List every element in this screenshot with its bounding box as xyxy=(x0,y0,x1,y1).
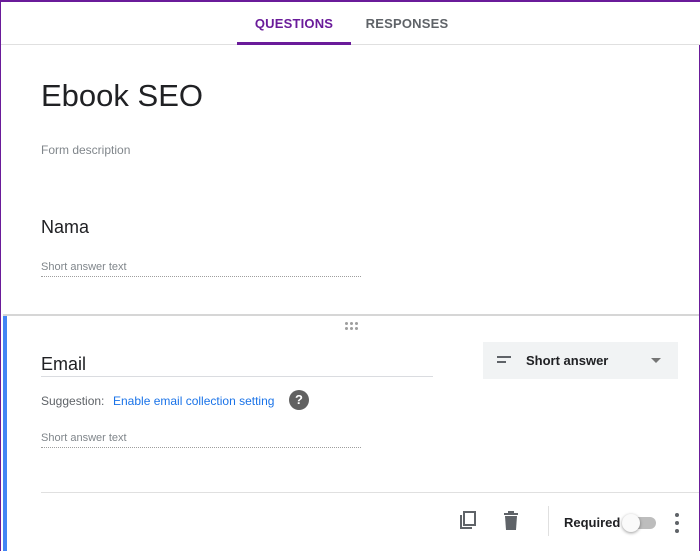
form-editor: QUESTIONS RESPONSES Ebook SEO Form descr… xyxy=(0,0,700,551)
card-footer-divider xyxy=(41,492,699,493)
tab-questions[interactable]: QUESTIONS xyxy=(237,2,351,45)
form-header-card: Ebook SEO Form description Nama Short an… xyxy=(3,46,699,316)
required-toggle[interactable] xyxy=(622,514,656,532)
short-text-icon xyxy=(497,356,511,366)
question-title-email: Email xyxy=(41,354,87,374)
active-question-indicator xyxy=(3,316,7,551)
more-vert-icon[interactable] xyxy=(673,513,681,533)
tab-bar: QUESTIONS RESPONSES xyxy=(1,0,700,45)
question-title-nama[interactable]: Nama xyxy=(41,217,89,238)
tab-responses[interactable]: RESPONSES xyxy=(355,2,459,45)
short-answer-placeholder: Short answer text xyxy=(41,261,361,277)
caret-down-icon xyxy=(651,358,661,363)
enable-email-collection-link[interactable]: Enable email collection setting xyxy=(113,394,274,408)
question-title-field[interactable]: Email xyxy=(41,354,433,377)
required-label: Required xyxy=(564,515,621,530)
toggle-knob xyxy=(622,514,640,532)
drag-handle-icon[interactable] xyxy=(345,322,359,330)
question-card-email[interactable]: Email Short answer Suggestion: Enable em… xyxy=(3,316,699,551)
help-icon[interactable]: ? xyxy=(289,390,309,410)
trash-icon[interactable] xyxy=(502,511,520,531)
copy-icon[interactable] xyxy=(458,511,478,531)
form-description-field[interactable]: Form description xyxy=(41,143,130,157)
short-answer-placeholder: Short answer text xyxy=(41,432,361,448)
suggestion-label: Suggestion: xyxy=(41,394,105,408)
footer-vertical-divider xyxy=(548,506,549,536)
form-title[interactable]: Ebook SEO xyxy=(41,78,203,114)
active-tab-indicator xyxy=(237,42,351,45)
question-type-dropdown[interactable]: Short answer xyxy=(483,342,678,379)
question-type-label: Short answer xyxy=(526,353,609,368)
